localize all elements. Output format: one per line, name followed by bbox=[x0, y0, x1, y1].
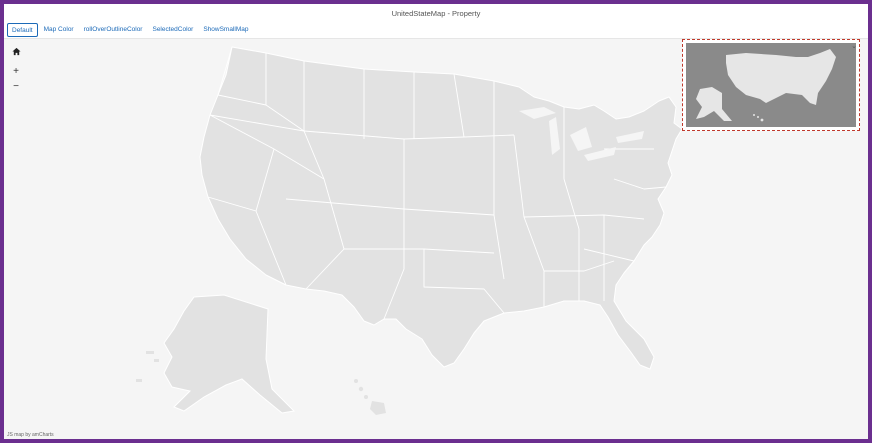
tab-map-color[interactable]: Map Color bbox=[40, 23, 78, 37]
chevron-down-icon[interactable]: ⌄ bbox=[851, 42, 857, 50]
hawaii bbox=[354, 379, 386, 415]
window-title: UnitedStateMap - Property bbox=[391, 9, 481, 18]
alaska bbox=[163, 294, 296, 414]
contiguous-us bbox=[199, 46, 683, 370]
tab-selected-color[interactable]: SelectedColor bbox=[148, 23, 197, 37]
tab-show-small-map[interactable]: ShowSmallMap bbox=[199, 23, 252, 37]
small-map[interactable]: ⌄ bbox=[682, 39, 860, 131]
tab-rollover-outline-color[interactable]: rollOverOutlineColor bbox=[80, 23, 147, 37]
tab-default[interactable]: Default bbox=[7, 23, 38, 37]
app-frame: UnitedStateMap - Property Default Map Co… bbox=[4, 4, 868, 439]
map-area[interactable]: + − ⌄ JS map by amCharts bbox=[4, 38, 868, 439]
tab-bar: Default Map Color rollOverOutlineColor S… bbox=[7, 23, 252, 37]
map-credit[interactable]: JS map by amCharts bbox=[7, 432, 54, 438]
small-map-view bbox=[686, 43, 856, 127]
